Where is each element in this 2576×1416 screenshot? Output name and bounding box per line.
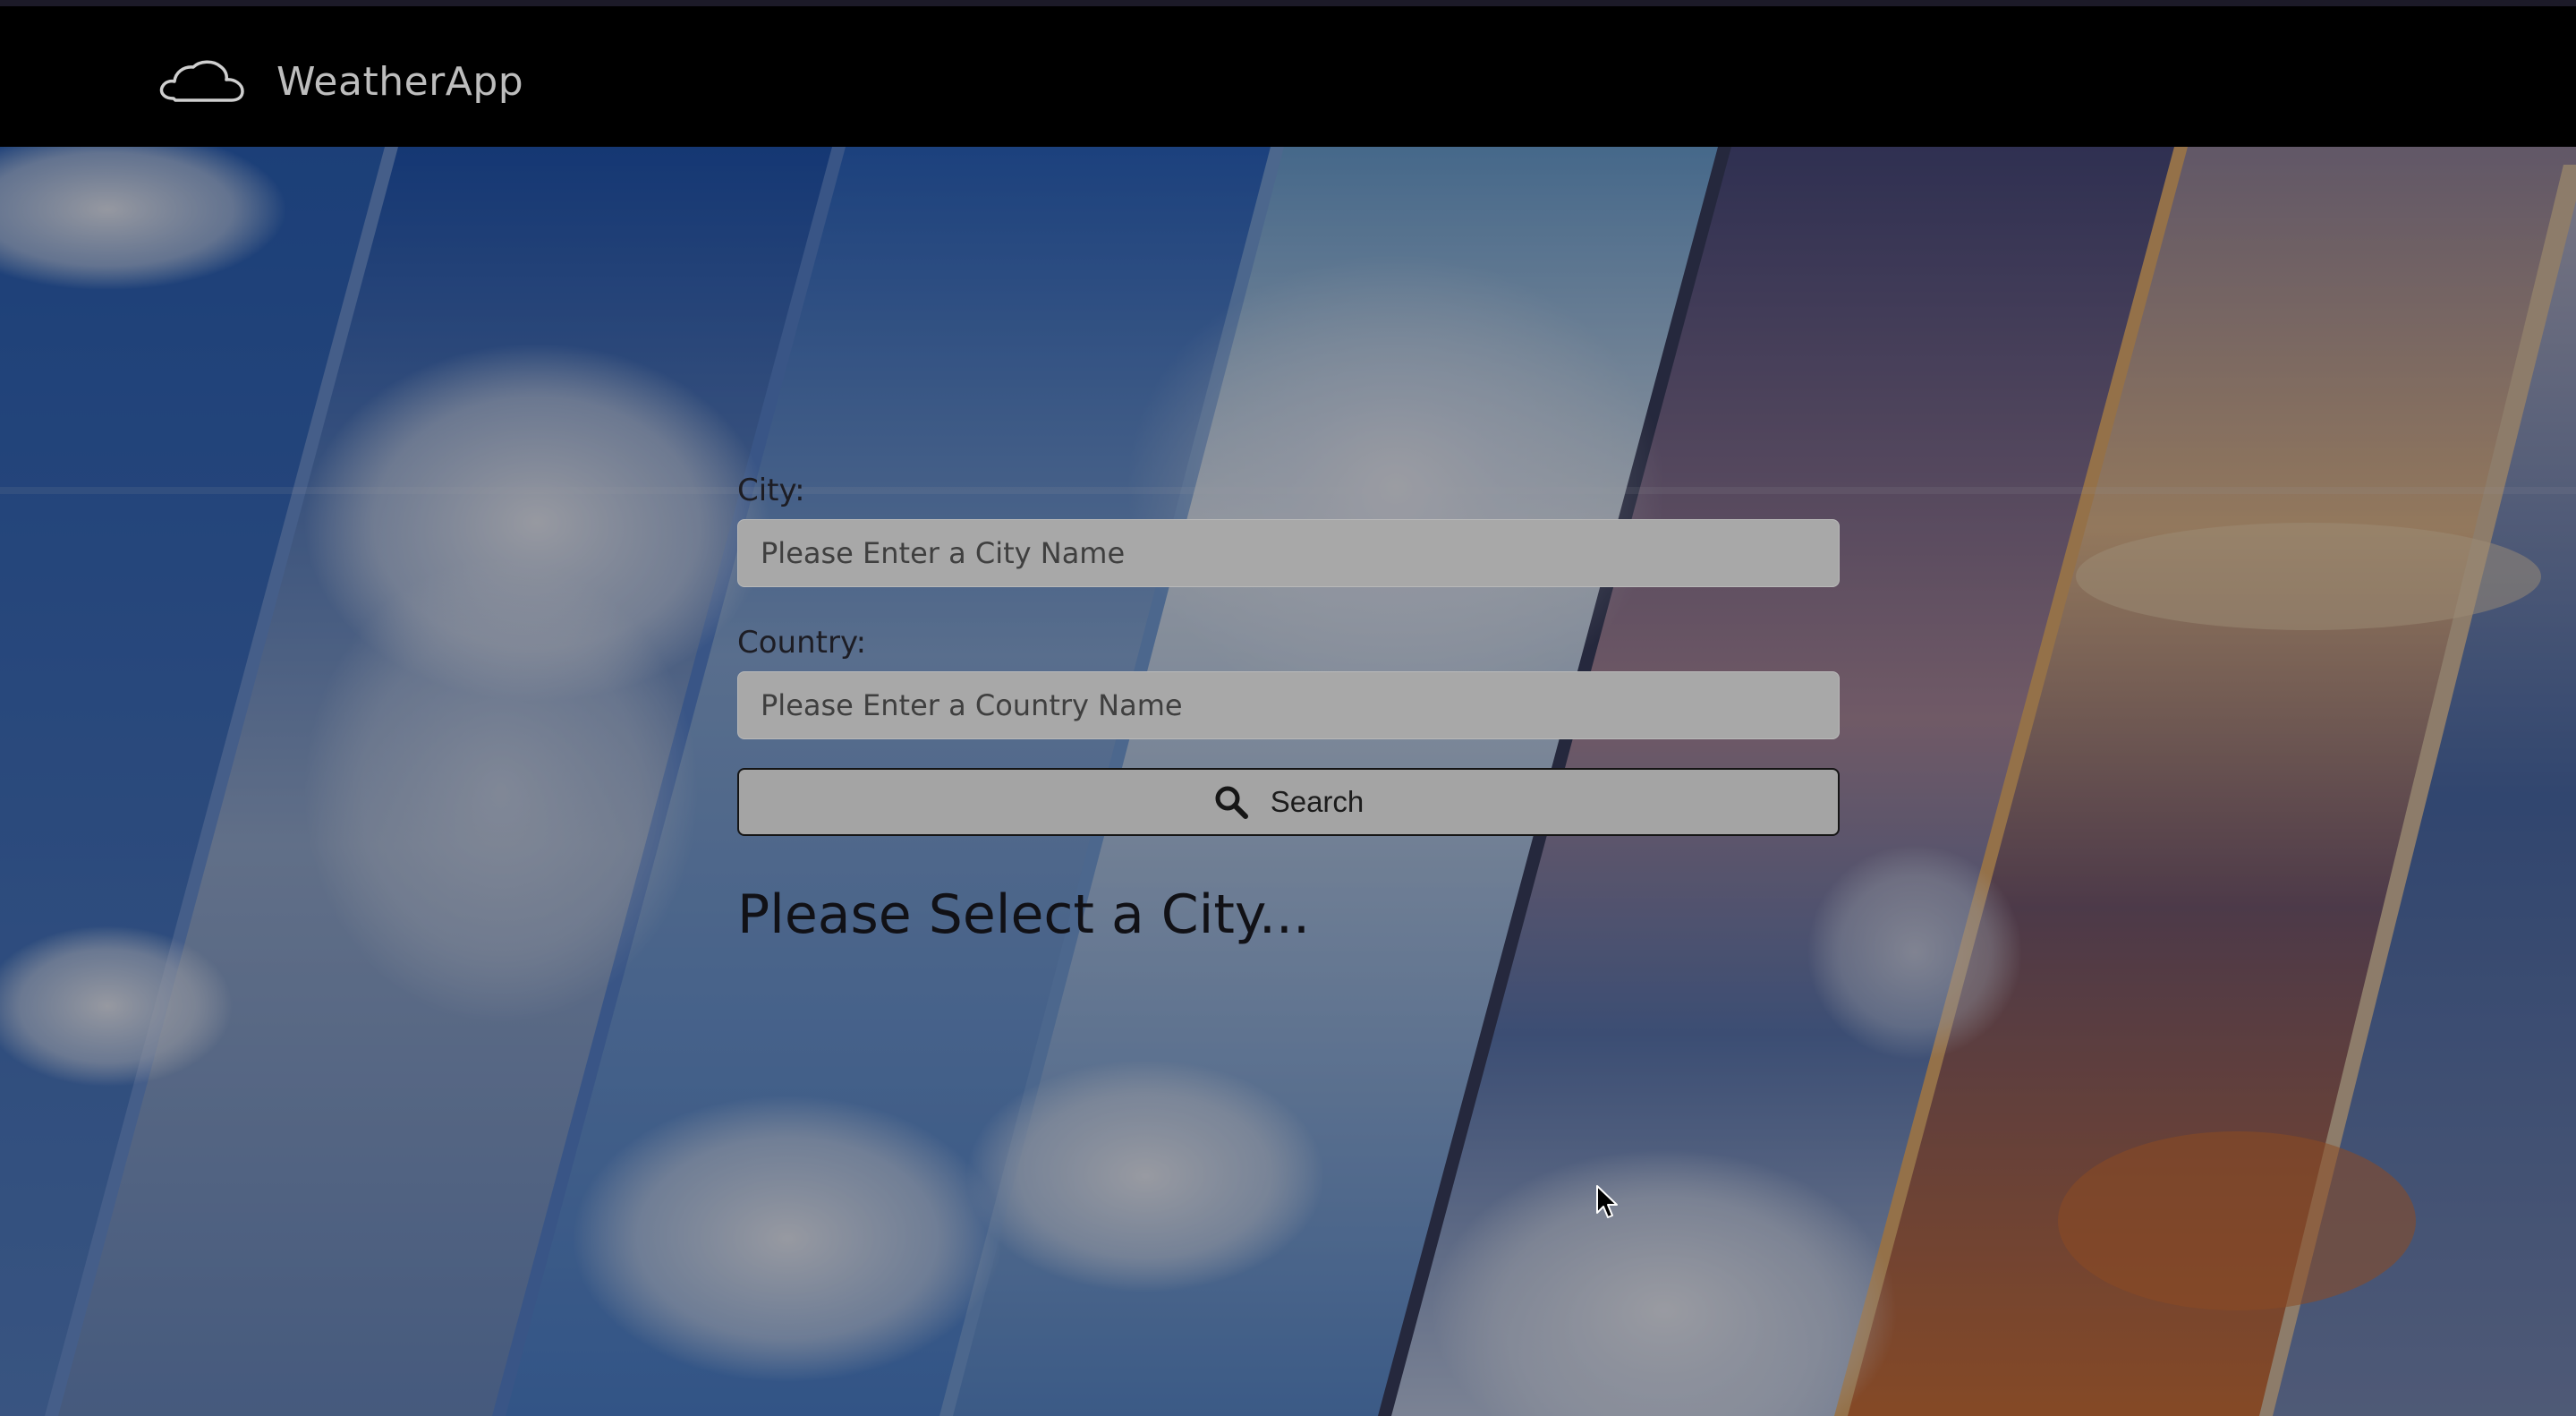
search-form: City: Country: Search Please Select a Ci… bbox=[737, 471, 1840, 949]
select-city-message: Please Select a City... bbox=[737, 883, 1311, 946]
country-input[interactable] bbox=[737, 671, 1840, 739]
magnifier-icon bbox=[1215, 786, 1248, 819]
cloud-icon bbox=[156, 57, 247, 106]
search-button-label: Search bbox=[1270, 785, 1365, 818]
window-top-strip bbox=[0, 0, 2576, 6]
brand-link[interactable]: WeatherApp bbox=[156, 55, 523, 108]
city-input[interactable] bbox=[737, 519, 1840, 587]
mouse-cursor-icon bbox=[1596, 1185, 1618, 1218]
city-label: City: bbox=[737, 473, 805, 508]
navbar: WeatherApp bbox=[0, 6, 2576, 147]
country-label: Country: bbox=[737, 625, 867, 661]
app-title: WeatherApp bbox=[276, 58, 524, 105]
search-button[interactable]: Search bbox=[737, 768, 1840, 836]
